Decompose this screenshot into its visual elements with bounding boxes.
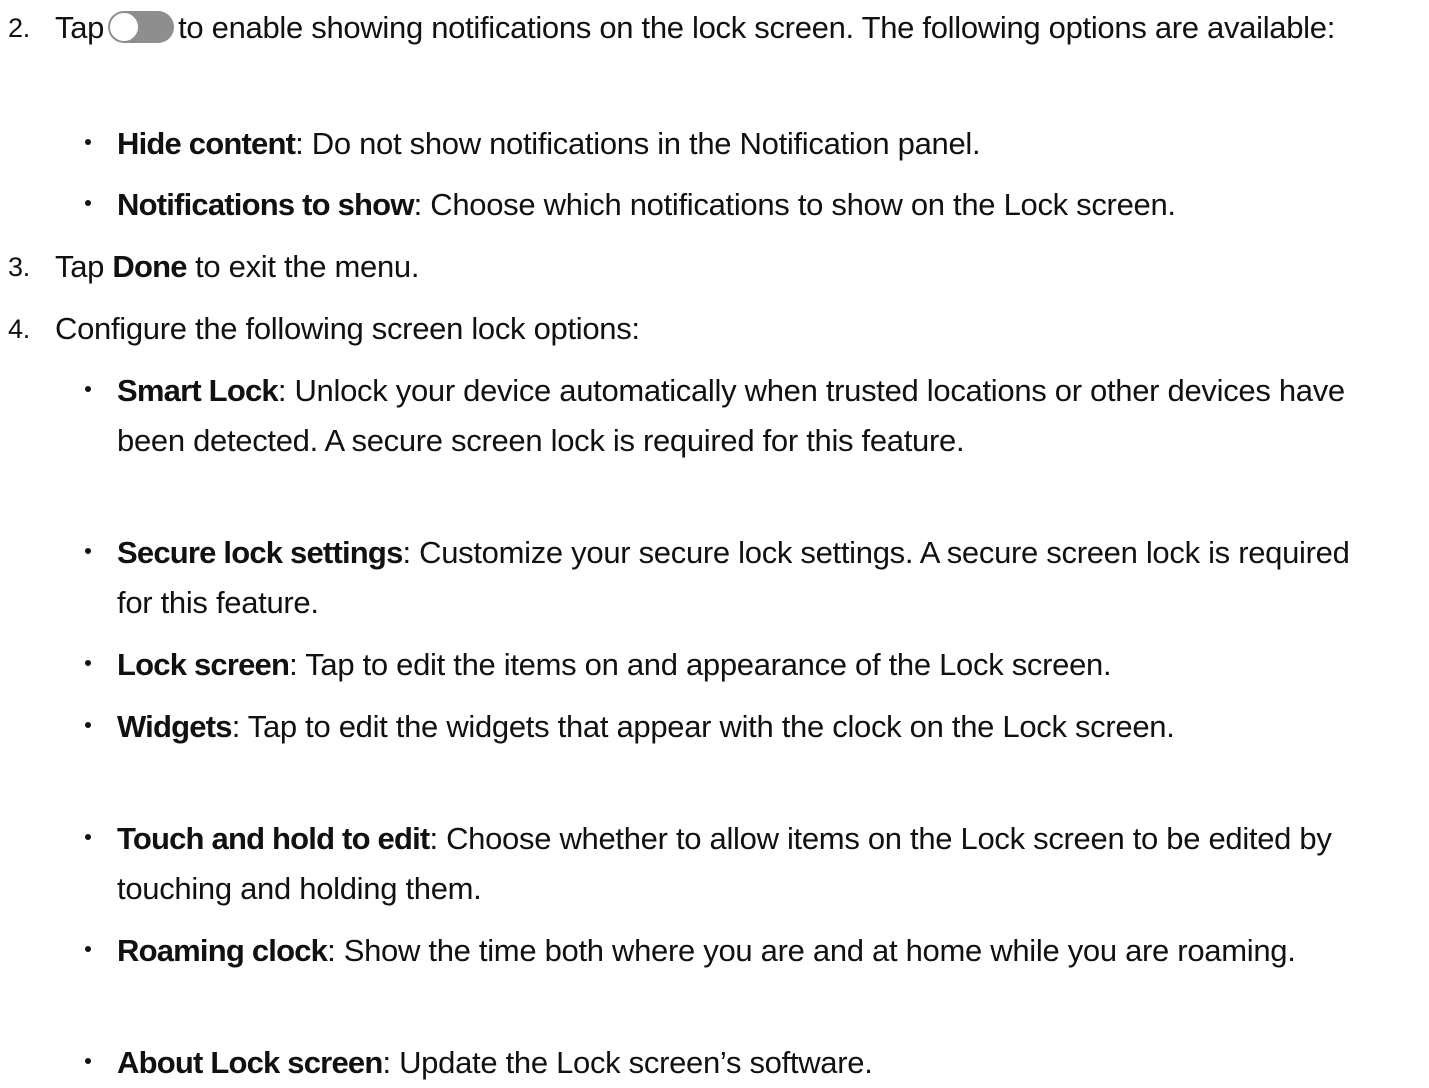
bullet-description: : Update the Lock screen’s software. [382,1045,873,1080]
done-term: Done [112,249,187,284]
bullet-description: : Do not show notifications in the Notif… [295,126,981,161]
bullet-description: : Tap to edit the items on and appearanc… [289,647,1112,682]
toggle-knob [109,12,140,42]
bullet-term: Notifications to show [117,187,414,222]
step-number: 2. [8,13,30,43]
step-number: 3. [8,252,30,282]
step-text: Tap Done to exit the menu. [55,242,1405,292]
bullet-text: Roaming clock: Show the time both where … [117,926,1367,976]
bullet-dot-icon [85,386,91,392]
bullet-description: : Show the time both where you are and a… [327,933,1296,968]
bullet-term: About Lock screen [117,1045,383,1080]
bullet-text: Hide content: Do not show notifications … [117,119,1417,169]
bullet-text: Widgets: Tap to edit the widgets that ap… [117,702,1327,752]
bullet-text: Touch and hold to edit: Choose whether t… [117,814,1417,914]
bullet-dot-icon [85,1058,91,1064]
bullet-dot-icon [85,548,91,554]
bullet-term: Lock screen [117,647,290,682]
bullet-term: Smart Lock [117,373,279,408]
step-text: Configure the following screen lock opti… [55,311,640,346]
instructions-page: 2. Tap to enable showing notifications on… [0,0,1429,1081]
bullet-description: : Tap to edit the widgets that appear wi… [231,709,1175,744]
step-text-after: to enable showing notifications on the l… [178,10,1336,45]
step-text-before: Tap [55,249,105,284]
step-number: 4. [8,314,30,344]
bullet-dot-icon [85,660,91,666]
bullet-dot-icon [85,200,91,206]
bullet-term: Secure lock settings [117,535,403,570]
step-text-after: to exit the menu. [195,249,420,284]
step-text: Tap to enable showing notifications on th… [55,3,1405,53]
bullet-dot-icon [85,722,91,728]
bullet-text: Notifications to show: Choose which noti… [117,180,1417,230]
bullet-term: Hide content [117,126,296,161]
bullet-text: Smart Lock: Unlock your device automatic… [117,366,1377,466]
toggle-off-icon [108,11,175,43]
bullet-text: Lock screen: Tap to edit the items on an… [117,640,1417,690]
bullet-description: : Choose which notifications to show on … [413,187,1176,222]
step-text-before: Tap [55,10,105,45]
bullet-text: Secure lock settings: Customize your sec… [117,528,1377,628]
bullet-dot-icon [85,834,91,840]
bullet-term: Touch and hold to edit [117,821,430,856]
bullet-term: Widgets [117,709,232,744]
bullet-term: Roaming clock [117,933,328,968]
bullet-description: : Unlock your device automatically when … [117,373,1345,458]
bullet-dot-icon [85,946,91,952]
bullet-dot-icon [85,139,91,145]
